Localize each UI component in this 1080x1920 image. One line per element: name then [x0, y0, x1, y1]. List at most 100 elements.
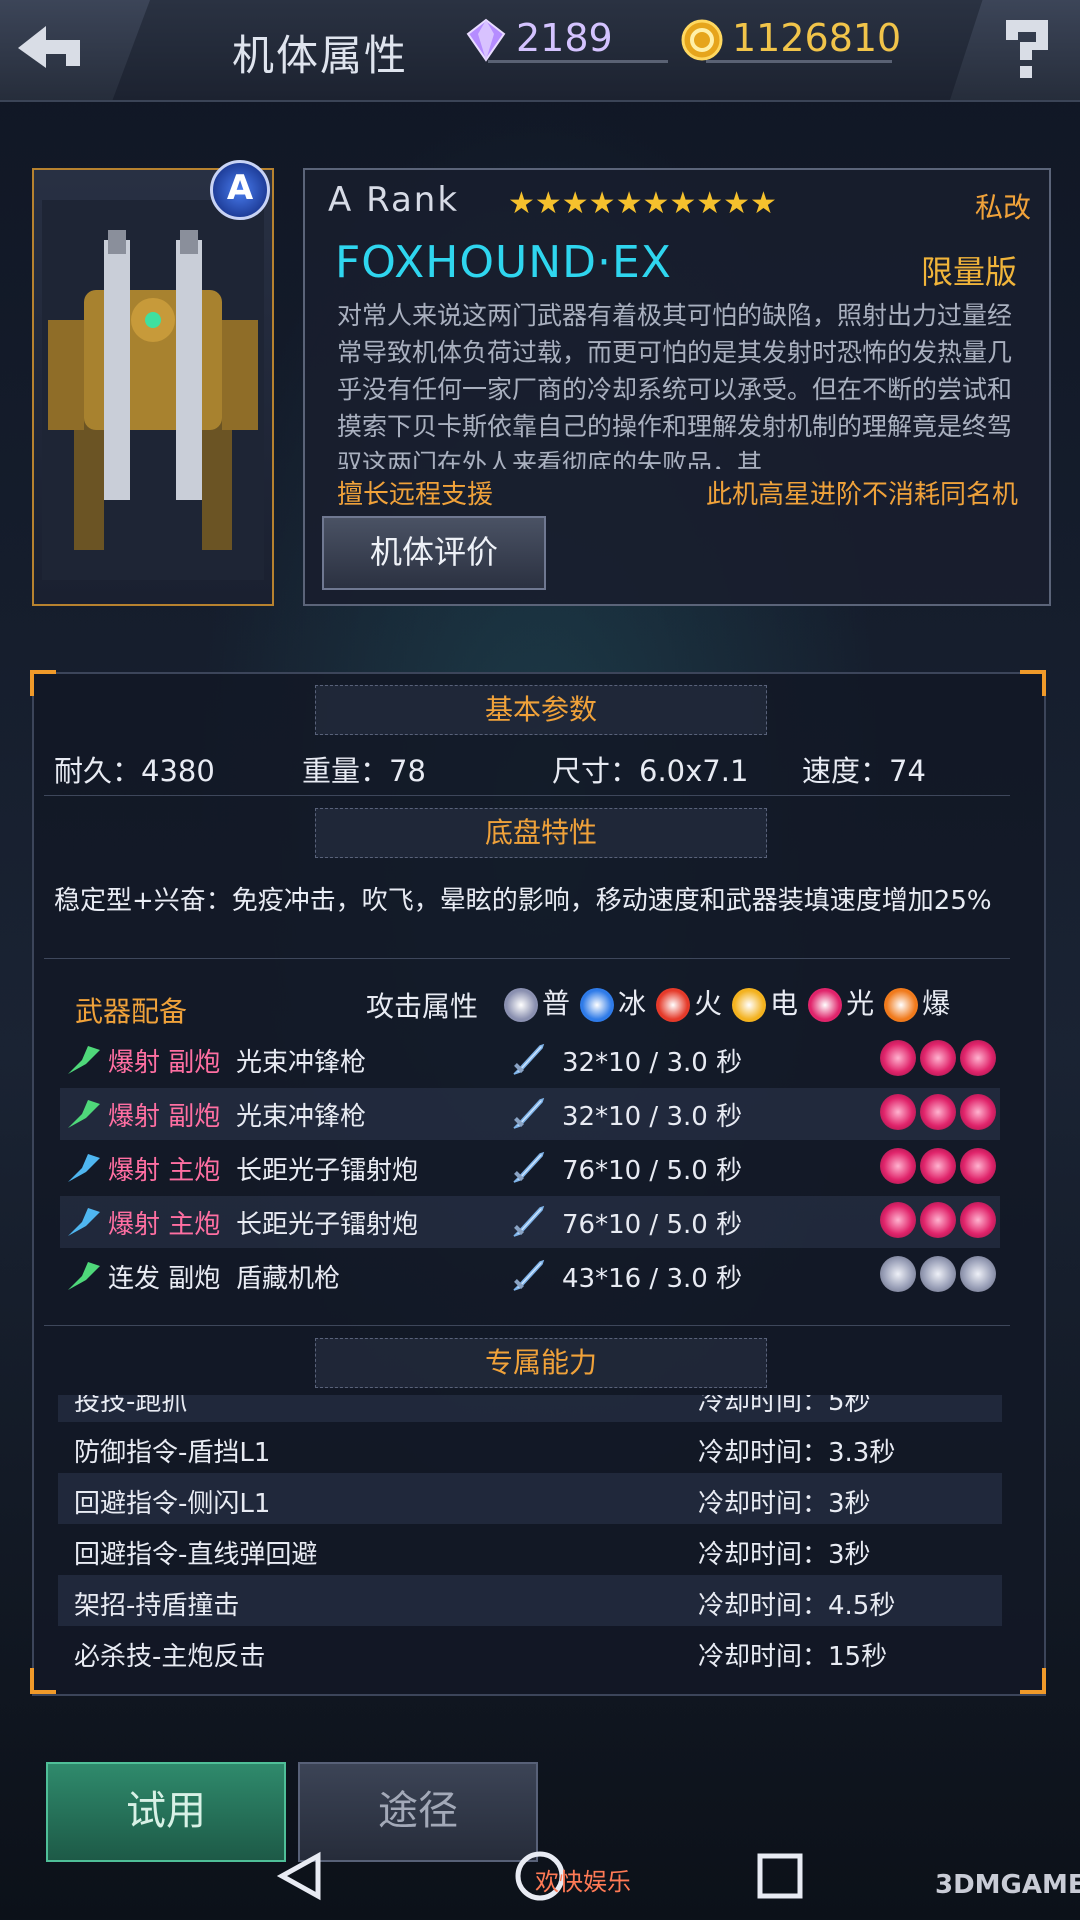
speed-stat: 速度：74 [802, 754, 926, 788]
weapon-row[interactable]: 爆射 副炮 光束冲锋枪 32*10 / 3.0 秒 [60, 1088, 1000, 1140]
attribute-item: 冰 [580, 987, 647, 1022]
mech-description[interactable]: 对常人来说这两门武器有着极其可怕的缺陷，照射出力过量经常导致机体负荷过载，而更可… [337, 297, 1027, 469]
weapon-type: 爆射 副炮 [108, 1048, 221, 1078]
attribute-item: 电 [732, 987, 798, 1022]
chassis-description: 稳定型+兴奋：免疫冲击，吹飞，晕眩的影响，移动速度和武器装填速度增加25% [54, 886, 992, 916]
weapon-row[interactable]: 爆射 副炮 光束冲锋枪 32*10 / 3.0 秒 [60, 1034, 1000, 1086]
mech-name: FOXHOUND·EX [335, 237, 672, 288]
attribute-slot-icon [960, 1202, 996, 1238]
gold-count: 1126810 [732, 16, 902, 60]
ability-cooldown: 冷却时间：15秒 [698, 1642, 888, 1672]
attribute-icon [580, 988, 615, 1022]
weight-stat: 重量：78 [302, 754, 426, 788]
nav-back-icon [276, 1851, 321, 1901]
basic-params-title: 基本参数 [315, 685, 767, 735]
weapon-damage: 32*10 / 3.0 秒 [562, 1048, 743, 1078]
attribute-icon [884, 988, 919, 1022]
ability-name: 必杀技-主炮反击 [74, 1642, 266, 1672]
attribute-slot-icon [960, 1094, 996, 1130]
attribute-icon [808, 988, 843, 1022]
ability-row[interactable]: 回避指令-侧闪L1 冷却时间：3秒 [58, 1473, 1002, 1524]
watermark-left: 欢快娱乐 [535, 1868, 631, 1896]
weapon-name: 长距光子镭射炮 [236, 1156, 419, 1186]
weapon-damage: 43*16 / 3.0 秒 [562, 1264, 743, 1294]
watermark-right: 3DMGAME [935, 1870, 1080, 1900]
attribute-slot-icon [920, 1040, 956, 1076]
weapon-name: 长距光子镭射炮 [236, 1210, 419, 1240]
attribute-slot-icon [880, 1148, 916, 1184]
attribute-item: 爆 [884, 987, 951, 1022]
ability-row[interactable]: 架招-持盾撞击 冷却时间：4.5秒 [58, 1575, 1002, 1626]
limited-edition-label: 限量版 [921, 253, 1018, 291]
ability-row[interactable]: 投技-跑抓 冷却时间：5秒 [58, 1395, 1002, 1422]
attribute-slot-icon [960, 1040, 996, 1076]
sword-icon [513, 1259, 545, 1291]
divider [44, 958, 1010, 959]
mech-portrait-frame[interactable] [32, 168, 274, 606]
ability-name: 防御指令-盾挡L1 [74, 1438, 271, 1468]
attribute-item: 光 [808, 987, 875, 1022]
weapon-damage: 32*10 / 3.0 秒 [562, 1102, 743, 1132]
weapon-damage: 76*10 / 5.0 秒 [562, 1156, 743, 1186]
attribute-icon [504, 988, 538, 1022]
page-title: 机体属性 [232, 31, 409, 80]
sword-icon [513, 1205, 545, 1237]
ability-name: 投技-跑抓 [74, 1395, 188, 1417]
attribute-slot-icon [880, 1040, 916, 1076]
nav-recents-icon [757, 1853, 803, 1899]
attribute-label: 火 [694, 987, 723, 1020]
weapon-row[interactable]: 爆射 主炮 长距光子镭射炮 76*10 / 5.0 秒 [60, 1196, 1000, 1248]
weapon-slots [880, 1256, 1000, 1292]
attribute-icon [656, 988, 691, 1022]
divider [44, 1325, 1010, 1326]
ability-list[interactable]: 投技-跑抓 冷却时间：5秒 防御指令-盾挡L1 冷却时间：3.3秒 回避指令-侧闪L1 冷… [58, 1395, 1002, 1685]
attribute-label: 普 [542, 987, 571, 1020]
specialty-tag: 擅长远程支援 [337, 480, 494, 510]
gold-coin-icon [681, 19, 723, 61]
weapon-type: 爆射 主炮 [108, 1210, 221, 1240]
mech-review-button[interactable]: 机体评价 [322, 516, 546, 590]
weapon-name: 光束冲锋枪 [236, 1102, 367, 1132]
abilities-title: 专属能力 [315, 1338, 767, 1388]
attribute-label: 爆 [922, 987, 951, 1020]
ability-row[interactable]: 防御指令-盾挡L1 冷却时间：3.3秒 [58, 1422, 1002, 1473]
attribute-slot-icon [880, 1202, 916, 1238]
sword-icon [513, 1043, 545, 1075]
gem-count: 2189 [516, 16, 613, 60]
back-arrow-icon [18, 26, 80, 68]
attribute-slot-icon [960, 1148, 996, 1184]
private-mod-label: 私改 [975, 191, 1032, 224]
weapon-name: 盾藏机枪 [236, 1264, 341, 1294]
attribute-slot-icon [880, 1094, 916, 1130]
attribute-item: 普 [504, 987, 571, 1022]
ability-name: 架招-持盾撞击 [74, 1591, 240, 1621]
attribute-slot-icon [920, 1256, 956, 1292]
weapon-row[interactable]: 连发 副炮 盾藏机枪 43*16 / 3.0 秒 [60, 1250, 1000, 1302]
attribute-slot-icon [960, 1256, 996, 1292]
ability-cooldown: 冷却时间：5秒 [698, 1395, 871, 1417]
ability-row[interactable]: 必杀技-主炮反击 冷却时间：15秒 [58, 1626, 1002, 1677]
rank-badge: A [210, 160, 270, 220]
gem-underline [488, 60, 668, 63]
panel-corner-tl [30, 670, 56, 696]
durability-stat: 耐久：4380 [54, 754, 215, 788]
mech-portrait-image [42, 200, 264, 580]
main-cannon-icon [68, 1154, 100, 1182]
weapon-row[interactable]: 爆射 主炮 长距光子镭射炮 76*10 / 5.0 秒 [60, 1142, 1000, 1194]
panel-corner-bl [30, 1668, 56, 1694]
gold-underline [706, 60, 892, 63]
rank-label: A Rank [328, 180, 460, 220]
attribute-label: 光 [846, 987, 875, 1020]
ability-name: 回避指令-侧闪L1 [74, 1489, 271, 1519]
chassis-title: 底盘特性 [315, 808, 767, 858]
panel-corner-br [1020, 1668, 1046, 1694]
gem-icon [466, 18, 506, 62]
weapon-slots [880, 1202, 1000, 1238]
attribute-label: 冰 [618, 987, 647, 1020]
ability-name: 回避指令-直线弹回避 [74, 1540, 318, 1570]
attribute-slot-icon [920, 1148, 956, 1184]
ability-cooldown: 冷却时间：3.3秒 [698, 1438, 896, 1468]
ability-cooldown: 冷却时间：4.5秒 [698, 1591, 896, 1621]
ability-row[interactable]: 回避指令-直线弹回避 冷却时间：3秒 [58, 1524, 1002, 1575]
sword-icon [513, 1151, 545, 1183]
